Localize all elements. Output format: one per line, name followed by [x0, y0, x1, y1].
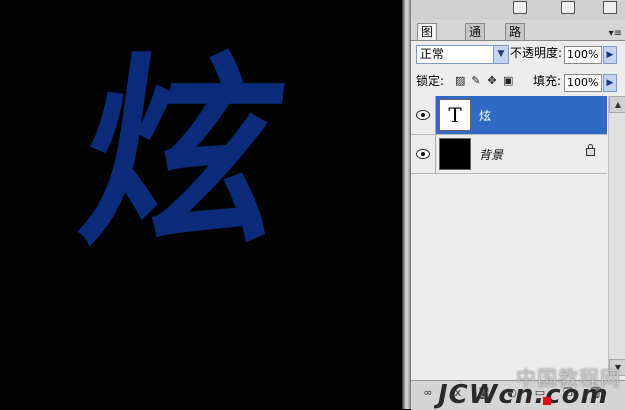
panel-divider[interactable] [402, 0, 410, 409]
lock-all-icon[interactable]: ▣ [503, 75, 513, 86]
layers-panel: 图层× 通道 路径 ▾≡ 正常 ▼ 不透明度: 100% ▶ 锁定: ▨ ✎ ✥… [410, 0, 625, 410]
chevron-down-icon[interactable]: ▼ [493, 46, 508, 63]
document-canvas[interactable]: 炫 [0, 0, 402, 409]
fill-arrow-icon[interactable]: ▶ [603, 74, 617, 92]
lock-label: 锁定: [416, 74, 445, 88]
tab-paths[interactable]: 路径 [505, 23, 526, 55]
panel-menu-icon-1[interactable] [513, 1, 527, 14]
blend-mode-select[interactable]: 正常 ▼ [416, 45, 509, 64]
layer-name[interactable]: 背景 [479, 146, 503, 163]
link-layers-icon[interactable]: ∞ [421, 387, 435, 399]
layer-row-background[interactable]: 背景 [411, 135, 607, 174]
fill-label: 填充: [533, 74, 562, 88]
visibility-toggle[interactable] [411, 96, 436, 134]
layer-thumbnail: T [439, 99, 471, 131]
eye-icon[interactable] [416, 110, 430, 120]
lock-position-icon[interactable]: ✥ [487, 75, 497, 86]
layer-mask-icon[interactable]: ◙ [477, 387, 491, 399]
new-layer-icon[interactable]: ❐ [561, 387, 575, 399]
canvas-text-glyph: 炫 [68, 36, 298, 274]
opacity-input[interactable]: 100% [564, 46, 602, 64]
opacity-label: 不透明度: [510, 46, 563, 60]
delete-layer-icon[interactable]: 🗑 [589, 387, 603, 399]
layers-list: T 炫 背景 [411, 96, 607, 376]
fill-input[interactable]: 100% [564, 74, 602, 92]
blend-mode-value: 正常 [420, 47, 445, 61]
visibility-toggle[interactable] [411, 135, 436, 173]
layer-row-text[interactable]: T 炫 [411, 96, 607, 135]
new-group-icon[interactable]: ▭ [533, 387, 547, 399]
tab-layers[interactable]: 图层× [417, 23, 438, 71]
lock-image-icon[interactable]: ✎ [471, 75, 481, 86]
opacity-arrow-icon[interactable]: ▶ [603, 46, 617, 64]
scroll-up-icon[interactable]: ▲ [609, 96, 625, 113]
layer-name[interactable]: 炫 [479, 107, 491, 124]
panel-topbar [411, 0, 625, 20]
layers-bottom-toolbar: ∞ fx ◙ ◐ ▭ ❐ 🗑 [411, 380, 625, 410]
layers-scrollbar[interactable]: ▲ ▼ [608, 96, 625, 376]
panel-body: 正常 ▼ 不透明度: 100% ▶ 锁定: ▨ ✎ ✥ ▣ 填充: 100% ▶… [411, 40, 625, 410]
panel-menu-icon-2[interactable] [561, 1, 575, 14]
panel-menu-icon-3[interactable] [603, 1, 617, 14]
scroll-down-icon[interactable]: ▼ [609, 359, 625, 376]
adjustment-layer-icon[interactable]: ◐ [505, 387, 519, 399]
lock-transparent-icon[interactable]: ▨ [455, 75, 465, 86]
layer-style-icon[interactable]: fx [449, 387, 463, 399]
layer-thumbnail [439, 138, 471, 170]
eye-icon[interactable] [416, 149, 430, 159]
lock-icon [586, 144, 595, 156]
panel-menu-icon[interactable]: ▾≡ [609, 28, 622, 39]
tab-channels[interactable]: 通道 [465, 23, 486, 55]
